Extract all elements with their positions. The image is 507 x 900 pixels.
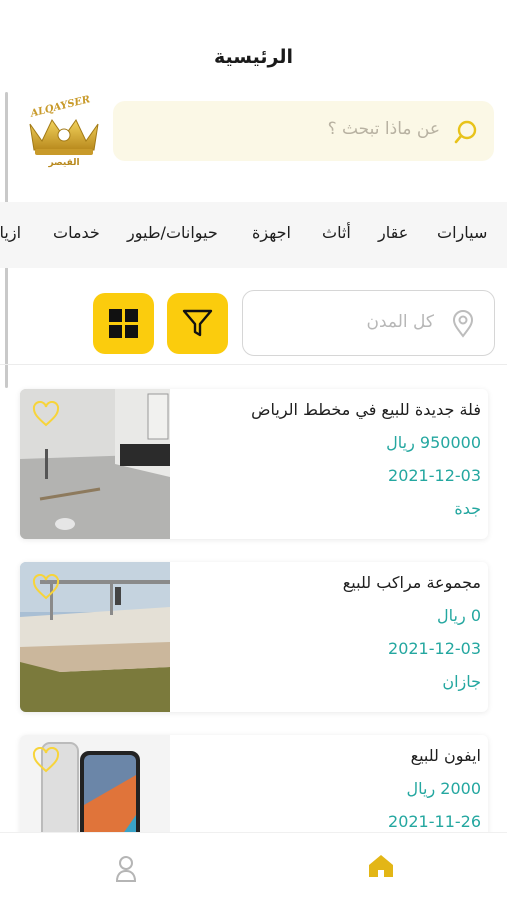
search-input[interactable]: عن ماذا تبحث ؟ xyxy=(328,119,440,139)
listing-card[interactable]: فلة جديدة للبيع في مخطط الرياض 950000 ري… xyxy=(20,389,488,539)
listing-title: مجموعة مراكب للبيع xyxy=(342,573,481,592)
category-services[interactable]: خدمات xyxy=(53,223,100,242)
listing-title: ايفون للبيع xyxy=(410,746,481,765)
listing-image-villa xyxy=(20,389,170,539)
listing-image-boat xyxy=(20,562,170,712)
listing-date: 2021-12-03 xyxy=(388,466,481,485)
grid-view-button[interactable] xyxy=(93,293,154,354)
category-furniture[interactable]: أثاث xyxy=(322,223,351,242)
home-icon[interactable] xyxy=(367,853,395,883)
svg-text:ALQAYSER: ALQAYSER xyxy=(29,94,92,120)
category-cars[interactable]: سيارات xyxy=(437,223,487,242)
app-logo: ALQAYSER القيصر xyxy=(24,94,104,168)
category-fashion[interactable]: ازياء xyxy=(0,223,21,242)
listing-city: جدة xyxy=(454,499,481,518)
listing-date: 2021-11-26 xyxy=(388,812,481,831)
search-icon[interactable] xyxy=(454,119,480,145)
city-placeholder: كل المدن xyxy=(366,312,434,332)
search-bar[interactable]: عن ماذا تبحث ؟ xyxy=(113,101,494,161)
divider xyxy=(0,364,507,365)
category-devices[interactable]: اجهزة xyxy=(252,223,291,242)
listing-city: جازان xyxy=(442,672,481,691)
category-real-estate[interactable]: عقار xyxy=(378,223,408,242)
listing-price: 0 ريال xyxy=(437,606,481,625)
listing-date: 2021-12-03 xyxy=(388,639,481,658)
page-title: الرئيسية xyxy=(214,46,293,68)
location-pin-icon xyxy=(452,310,474,342)
bottom-navigation xyxy=(0,832,507,900)
city-selector[interactable]: كل المدن xyxy=(242,290,495,356)
filter-button[interactable] xyxy=(167,293,228,354)
listing-card[interactable]: مجموعة مراكب للبيع 0 ريال 2021-12-03 جاز… xyxy=(20,562,488,712)
listing-price: 950000 ريال xyxy=(386,433,481,452)
category-bar[interactable]: سيارات عقار أثاث اجهزة حيوانات/طيور خدما… xyxy=(0,202,507,268)
listing-title: فلة جديدة للبيع في مخطط الرياض xyxy=(251,400,481,419)
listing-price: 2000 ريال xyxy=(406,779,481,798)
profile-icon[interactable] xyxy=(115,855,137,887)
category-animals-birds[interactable]: حيوانات/طيور xyxy=(127,223,218,242)
svg-text:القيصر: القيصر xyxy=(47,158,79,168)
